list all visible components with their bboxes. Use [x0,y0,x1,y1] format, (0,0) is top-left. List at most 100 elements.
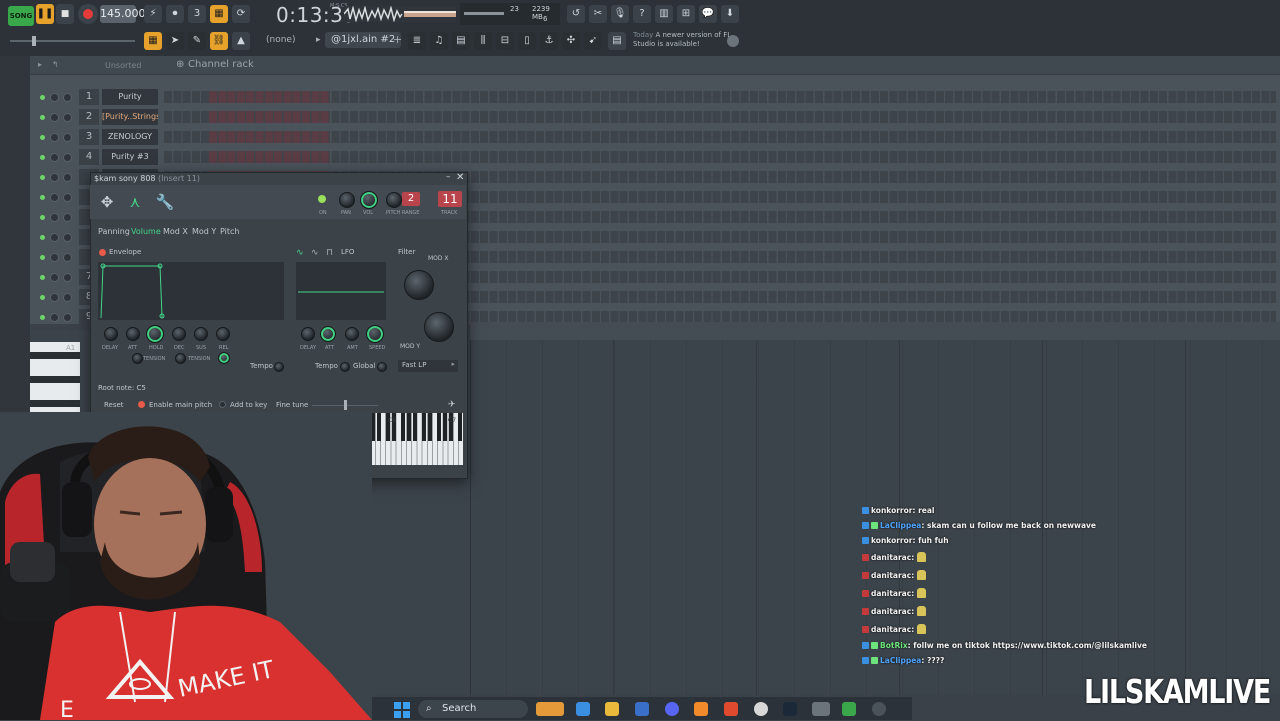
channel-on-led[interactable] [318,195,326,203]
master-pitch-slider[interactable] [10,40,135,42]
browser-icon[interactable]: ⊟ [496,32,514,50]
widgets-icon[interactable] [536,702,564,716]
lfo-attack-knob[interactable] [320,326,336,342]
channel-volume-knob[interactable] [63,313,72,322]
rack-swing-icon[interactable]: ↰ [52,60,59,69]
windows-start-icon[interactable] [394,702,410,718]
app-icon[interactable] [812,702,830,716]
rack-menu-icon[interactable]: ▸ [38,60,42,69]
fine-tune-handle[interactable] [344,400,347,410]
filter-type-select[interactable]: Fast LP ▸ [398,360,458,372]
channel-volume-knob[interactable] [63,113,72,122]
channel-rack-icon[interactable]: ▤ [452,32,470,50]
plugin-database-icon[interactable]: ⊞ [677,5,695,23]
channel-mute-led[interactable] [40,95,45,100]
channel-mixer-track[interactable]: 1 [79,89,99,105]
brave-icon[interactable] [724,702,738,716]
env-hold-knob[interactable] [146,325,164,343]
chat-icon[interactable]: 💬 [699,5,717,23]
metronome-icon[interactable]: ⚡ [144,5,162,23]
stop-button[interactable]: ■ [56,4,74,24]
channel-pan-knob[interactable] [50,313,59,322]
channel-mute-led[interactable] [40,255,45,260]
channel-name-button[interactable]: [Purity..Strings [102,109,158,125]
channel-volume-knob[interactable] [63,233,72,242]
channel-pan-knob[interactable] [50,193,59,202]
add-pattern-icon[interactable]: + [393,33,402,46]
pattern-prev-icon[interactable]: ▸ [316,35,321,45]
record-button[interactable] [78,4,98,24]
channel-pan-knob[interactable] [50,293,59,302]
lfo-global-toggle[interactable] [377,362,387,372]
env-attack-knob[interactable] [126,327,140,341]
arrow-icon[interactable]: ➤ [166,32,184,50]
piano-roll-timeline[interactable] [470,322,1280,340]
channel-volume-knob[interactable] [63,133,72,142]
undo-icon[interactable]: ↺ [567,5,585,23]
channel-mute-led[interactable] [40,155,45,160]
channel-mixer-track[interactable]: 3 [79,129,99,145]
channel-mute-led[interactable] [40,295,45,300]
download-icon[interactable]: ⬇ [721,5,739,23]
draw-icon[interactable]: ✎ [188,32,206,50]
lfo-square-icon[interactable]: ⊓ [326,248,333,258]
env-sustain-knob[interactable] [194,327,208,341]
channel-pan-knob[interactable] [50,173,59,182]
touch-controller-icon[interactable]: ✣ [562,32,580,50]
enable-main-pitch-checkbox[interactable] [138,401,145,408]
step-sequencer[interactable] [164,91,1276,103]
pan-knob[interactable] [339,192,355,208]
channel-mute-led[interactable] [40,115,45,120]
step-sequencer[interactable] [164,131,1276,143]
channel-mute-led[interactable] [40,315,45,320]
cut-icon[interactable]: ✂ [589,5,607,23]
link-icon[interactable]: ⛓ [210,32,228,50]
attack-tension-knob[interactable] [132,353,143,364]
obs-icon[interactable] [754,702,768,716]
channel-mixer-track[interactable]: 2 [79,109,99,125]
keyboard-settings-icon[interactable]: ✈ [448,400,456,410]
steam-icon[interactable] [783,702,797,716]
channel-pan-knob[interactable] [50,233,59,242]
channel-name-button[interactable]: Purity [102,89,158,105]
mixer-icon[interactable]: ▥ [655,5,673,23]
wait-input-icon[interactable]: ⏺ [166,5,184,23]
channel-mute-led[interactable] [40,135,45,140]
mod-x-knob[interactable] [404,270,434,300]
channel-volume-knob[interactable] [63,153,72,162]
lfo-delay-knob[interactable] [301,327,315,341]
channel-row[interactable]: 2 [Purity..Strings [36,108,1276,126]
playlist-icon[interactable]: ≣ [408,32,426,50]
channel-pan-knob[interactable] [50,253,59,262]
channel-mute-led[interactable] [40,175,45,180]
tab-volume[interactable]: Volume [131,227,161,236]
mod-y-knob[interactable] [424,312,454,342]
piano-roll-icon[interactable]: ♫ [430,32,448,50]
plugin-tab-icon[interactable]: ✥ [96,191,118,213]
env-delay-knob[interactable] [104,327,118,341]
lfo-sine-icon[interactable]: ∿ [296,248,304,258]
channel-mixer-track[interactable]: 4 [79,149,99,165]
master-pitch-handle[interactable] [32,36,36,46]
news-refresh-icon[interactable] [727,35,739,47]
lfo-amount-knob[interactable] [345,327,359,341]
volume-knob[interactable] [360,191,378,209]
channel-volume-knob[interactable] [63,173,72,182]
snap-icon[interactable]: ▦ [144,32,162,50]
discord-icon[interactable] [665,702,679,716]
lfo-graph[interactable] [296,262,386,320]
loop-record-icon[interactable]: ⟳ [232,5,250,23]
app-green-icon[interactable] [842,702,856,716]
taskbar-search[interactable]: ⌕ Search [418,700,528,718]
channel-volume-knob[interactable] [63,93,72,102]
app-4k-icon[interactable] [872,702,886,716]
channel-volume-knob[interactable] [63,293,72,302]
mixer-track-box[interactable]: 11 [438,191,462,207]
pitch-range-box[interactable]: 2 [402,192,420,206]
pattern-none-selector[interactable]: (none) [266,32,306,48]
channel-volume-knob[interactable] [63,253,72,262]
lfo-speed-knob[interactable] [366,325,384,343]
step-sequencer[interactable] [164,151,1276,163]
channel-volume-knob[interactable] [63,193,72,202]
reset-button[interactable]: Reset [104,401,124,409]
